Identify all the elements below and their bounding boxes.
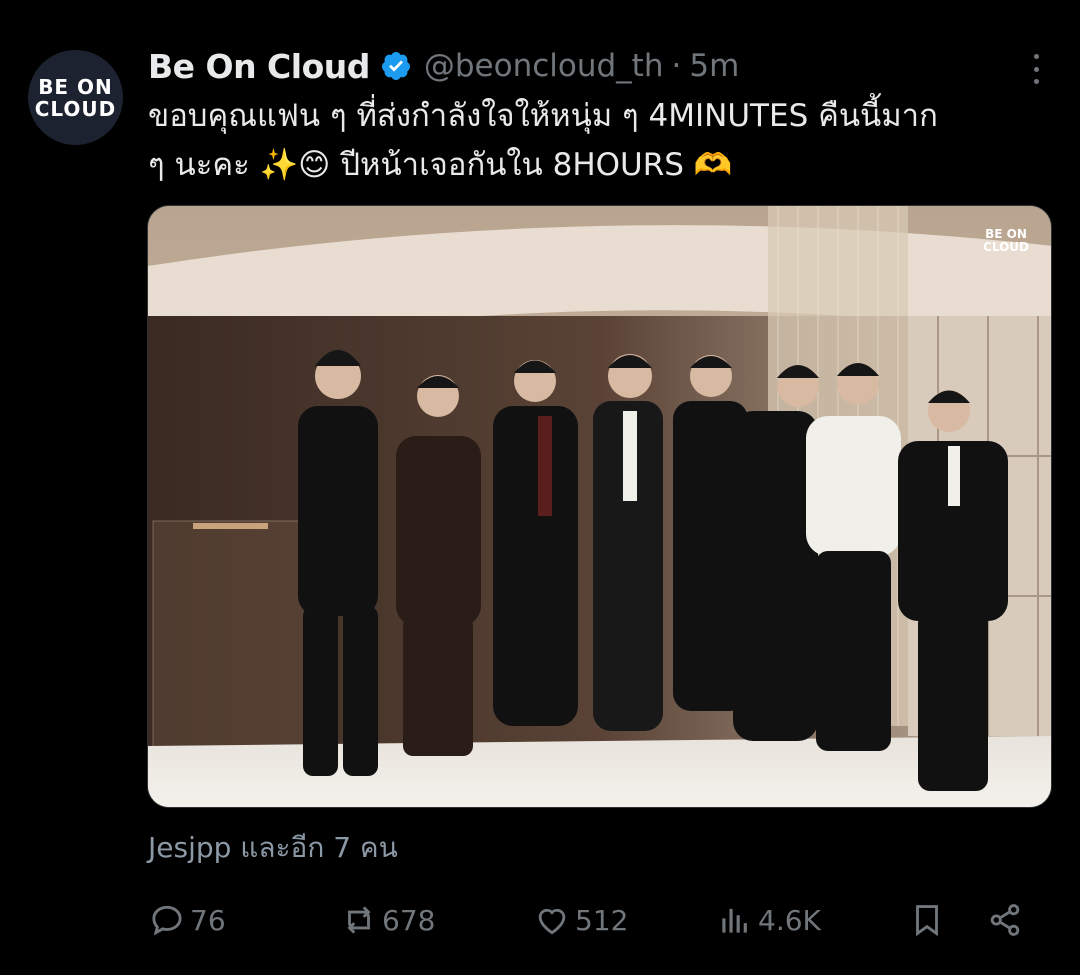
photo-watermark: BE ON CLOUD bbox=[983, 227, 1029, 254]
tweet-text-line: ๆ นะคะ ✨😊 ปีหน้าเจอกันใน 8HOURS 🫶 bbox=[148, 147, 733, 183]
more-options-icon[interactable] bbox=[1032, 54, 1040, 84]
repost-button[interactable]: 678 bbox=[340, 895, 435, 945]
reply-count: 76 bbox=[190, 903, 226, 937]
view-count: 4.6K bbox=[758, 903, 821, 937]
like-button[interactable]: 512 bbox=[533, 895, 628, 945]
tweet-text-line: ขอบคุณแฟน ๆ ที่ส่งกำลังใจให้หนุ่ม ๆ 4MIN… bbox=[148, 98, 938, 134]
bookmark-icon bbox=[916, 905, 938, 937]
action-bar: 76 678 512 4.6K bbox=[148, 895, 1038, 945]
bookmark-button[interactable] bbox=[908, 895, 950, 945]
reply-icon bbox=[152, 905, 182, 936]
tweet-photo[interactable]: BE ON CLOUD bbox=[147, 205, 1052, 808]
repost-icon bbox=[347, 906, 371, 934]
tweet-header: Be On Cloud @beoncloud_th · 5m bbox=[148, 44, 739, 88]
share-button[interactable] bbox=[986, 895, 1028, 945]
be-on-cloud-logo: BE ON CLOUD bbox=[34, 74, 117, 121]
like-count: 512 bbox=[575, 903, 629, 937]
liked-by-text[interactable]: Jesjpp และอีก 7 คน bbox=[148, 826, 398, 870]
timestamp[interactable]: 5m bbox=[689, 48, 739, 84]
avatar[interactable]: BE ON CLOUD bbox=[28, 50, 123, 145]
verified-badge-icon bbox=[381, 52, 410, 80]
repost-count: 678 bbox=[382, 903, 436, 937]
reply-button[interactable]: 76 bbox=[148, 895, 226, 945]
display-name[interactable]: Be On Cloud bbox=[148, 47, 370, 86]
separator-dot: · bbox=[671, 48, 682, 84]
photo-illustration bbox=[148, 206, 1051, 807]
analytics-icon bbox=[722, 908, 747, 933]
handle[interactable]: @beoncloud_th bbox=[424, 48, 664, 84]
views-button[interactable]: 4.6K bbox=[716, 895, 821, 945]
heart-icon bbox=[538, 908, 566, 935]
share-icon bbox=[990, 904, 1020, 936]
tweet-text: ขอบคุณแฟน ๆ ที่ส่งกำลังใจให้หนุ่ม ๆ 4MIN… bbox=[148, 92, 1053, 190]
